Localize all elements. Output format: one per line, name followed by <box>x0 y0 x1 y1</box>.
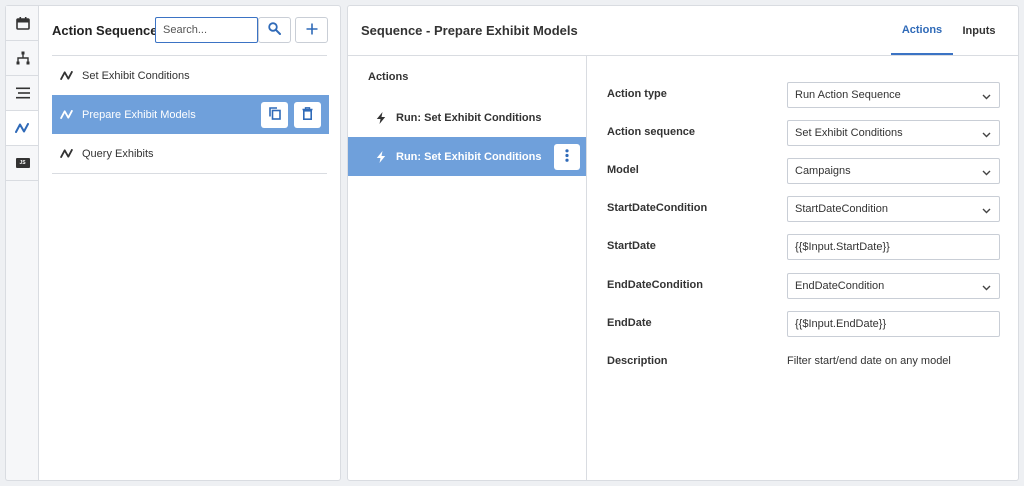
start-date-condition-value: StartDateCondition <box>795 203 888 215</box>
end-date-condition-value: EndDateCondition <box>795 280 885 292</box>
action-type-label: Action type <box>607 88 667 100</box>
form-row-model: Model Campaigns <box>588 158 1019 184</box>
actions-heading: Actions <box>368 71 409 83</box>
end-date-field[interactable]: {{$Input.EndDate}} <box>787 311 1000 337</box>
rail-button-sequences[interactable] <box>6 111 39 146</box>
hierarchy-icon <box>16 51 30 65</box>
list-item[interactable]: Query Exhibits <box>52 134 329 173</box>
rail-button-list[interactable] <box>6 76 39 111</box>
delete-button[interactable] <box>294 102 321 128</box>
page-title: Sequence - Prepare Exhibit Models <box>361 23 578 38</box>
description-value: Filter start/end date on any model <box>787 355 951 367</box>
tab-actions[interactable]: Actions <box>891 6 953 55</box>
action-sequence-label: Action sequence <box>607 126 696 138</box>
end-date-condition-label: EndDateCondition <box>607 279 703 291</box>
chevron-down-icon <box>982 91 991 103</box>
start-date-field[interactable]: {{$Input.StartDate}} <box>787 234 1000 260</box>
form-row-description: Description Filter start/end date on any… <box>588 349 1019 375</box>
action-type-select[interactable]: Run Action Sequence <box>787 82 1000 108</box>
rail-button-js[interactable]: JS <box>6 146 39 181</box>
sequence-editor-panel: Sequence - Prepare Exhibit Models Action… <box>347 5 1019 481</box>
start-date-value: {{$Input.StartDate}} <box>795 241 890 253</box>
actions-list-column: Actions Run: Set Exhibit Conditions Run:… <box>348 56 587 481</box>
lightning-icon <box>376 111 388 124</box>
list-item-label: Set Exhibit Conditions <box>82 69 190 82</box>
action-item-label: Run: Set Exhibit Conditions <box>396 150 542 163</box>
lightning-icon <box>376 150 388 163</box>
sequence-icon <box>60 108 74 122</box>
form-row-start-date: StartDate {{$Input.StartDate}} <box>588 234 1019 260</box>
start-date-label: StartDate <box>607 240 656 252</box>
model-value: Campaigns <box>795 165 851 177</box>
calendar-icon <box>15 16 30 30</box>
js-icon-label: JS <box>19 160 26 166</box>
form-row-action-sequence: Action sequence Set Exhibit Conditions <box>588 120 1019 146</box>
panel-title: Action Sequences <box>52 23 165 38</box>
rail-button-hierarchy[interactable] <box>6 41 39 76</box>
copy-button[interactable] <box>261 102 288 128</box>
chevron-down-icon <box>982 129 991 141</box>
more-options-button[interactable] <box>554 144 580 170</box>
sequence-icon <box>60 147 74 161</box>
action-sequence-value: Set Exhibit Conditions <box>795 127 903 139</box>
end-date-condition-select[interactable]: EndDateCondition <box>787 273 1000 299</box>
list-icon <box>15 87 30 99</box>
sequence-list: Set Exhibit Conditions Prepare Exhibit M… <box>52 56 329 173</box>
action-sequence-select[interactable]: Set Exhibit Conditions <box>787 120 1000 146</box>
chevron-down-icon <box>982 167 991 179</box>
search-input[interactable] <box>155 17 258 43</box>
copy-icon <box>268 107 281 123</box>
model-label: Model <box>607 164 639 176</box>
action-item[interactable]: Run: Set Exhibit Conditions <box>348 98 586 137</box>
list-item-label: Prepare Exhibit Models <box>82 108 196 121</box>
end-date-label: EndDate <box>607 317 652 329</box>
action-type-value: Run Action Sequence <box>795 89 901 101</box>
add-sequence-button[interactable] <box>295 17 328 43</box>
list-item-selected[interactable]: Prepare Exhibit Models <box>52 95 329 134</box>
form-row-end-date-condition: EndDateCondition EndDateCondition <box>588 273 1019 299</box>
side-rail: JS <box>5 5 39 481</box>
item-actions <box>261 102 321 128</box>
description-label: Description <box>607 355 668 367</box>
action-item-selected[interactable]: Run: Set Exhibit Conditions <box>348 137 586 176</box>
action-sequences-panel: Action Sequences Set Exhibit Conditions … <box>38 5 341 481</box>
form-row-action-type: Action type Run Action Sequence <box>588 82 1019 108</box>
tab-inputs[interactable]: Inputs <box>953 6 1005 55</box>
sequence-icon <box>15 123 29 133</box>
js-icon: JS <box>15 158 30 168</box>
end-date-value: {{$Input.EndDate}} <box>795 318 887 330</box>
sequence-icon <box>60 69 74 83</box>
trash-icon <box>302 107 313 123</box>
list-item[interactable]: Set Exhibit Conditions <box>52 56 329 95</box>
start-date-condition-select[interactable]: StartDateCondition <box>787 196 1000 222</box>
panel-header: Action Sequences <box>39 6 340 56</box>
plus-icon <box>306 23 318 38</box>
form-row-end-date: EndDate {{$Input.EndDate}} <box>588 311 1019 337</box>
search-button[interactable] <box>258 17 291 43</box>
chevron-down-icon <box>982 205 991 217</box>
form-row-start-date-condition: StartDateCondition StartDateCondition <box>588 196 1019 222</box>
action-item-label: Run: Set Exhibit Conditions <box>396 111 542 124</box>
chevron-down-icon <box>982 282 991 294</box>
list-item-label: Query Exhibits <box>82 147 154 160</box>
divider <box>52 173 327 174</box>
model-select[interactable]: Campaigns <box>787 158 1000 184</box>
rail-button-calendar[interactable] <box>6 6 39 41</box>
start-date-condition-label: StartDateCondition <box>607 202 708 214</box>
kebab-menu-icon <box>565 149 569 165</box>
editor-header: Sequence - Prepare Exhibit Models Action… <box>348 6 1018 56</box>
action-form: Action type Run Action Sequence Action s… <box>588 56 1019 481</box>
search-icon <box>268 22 281 38</box>
